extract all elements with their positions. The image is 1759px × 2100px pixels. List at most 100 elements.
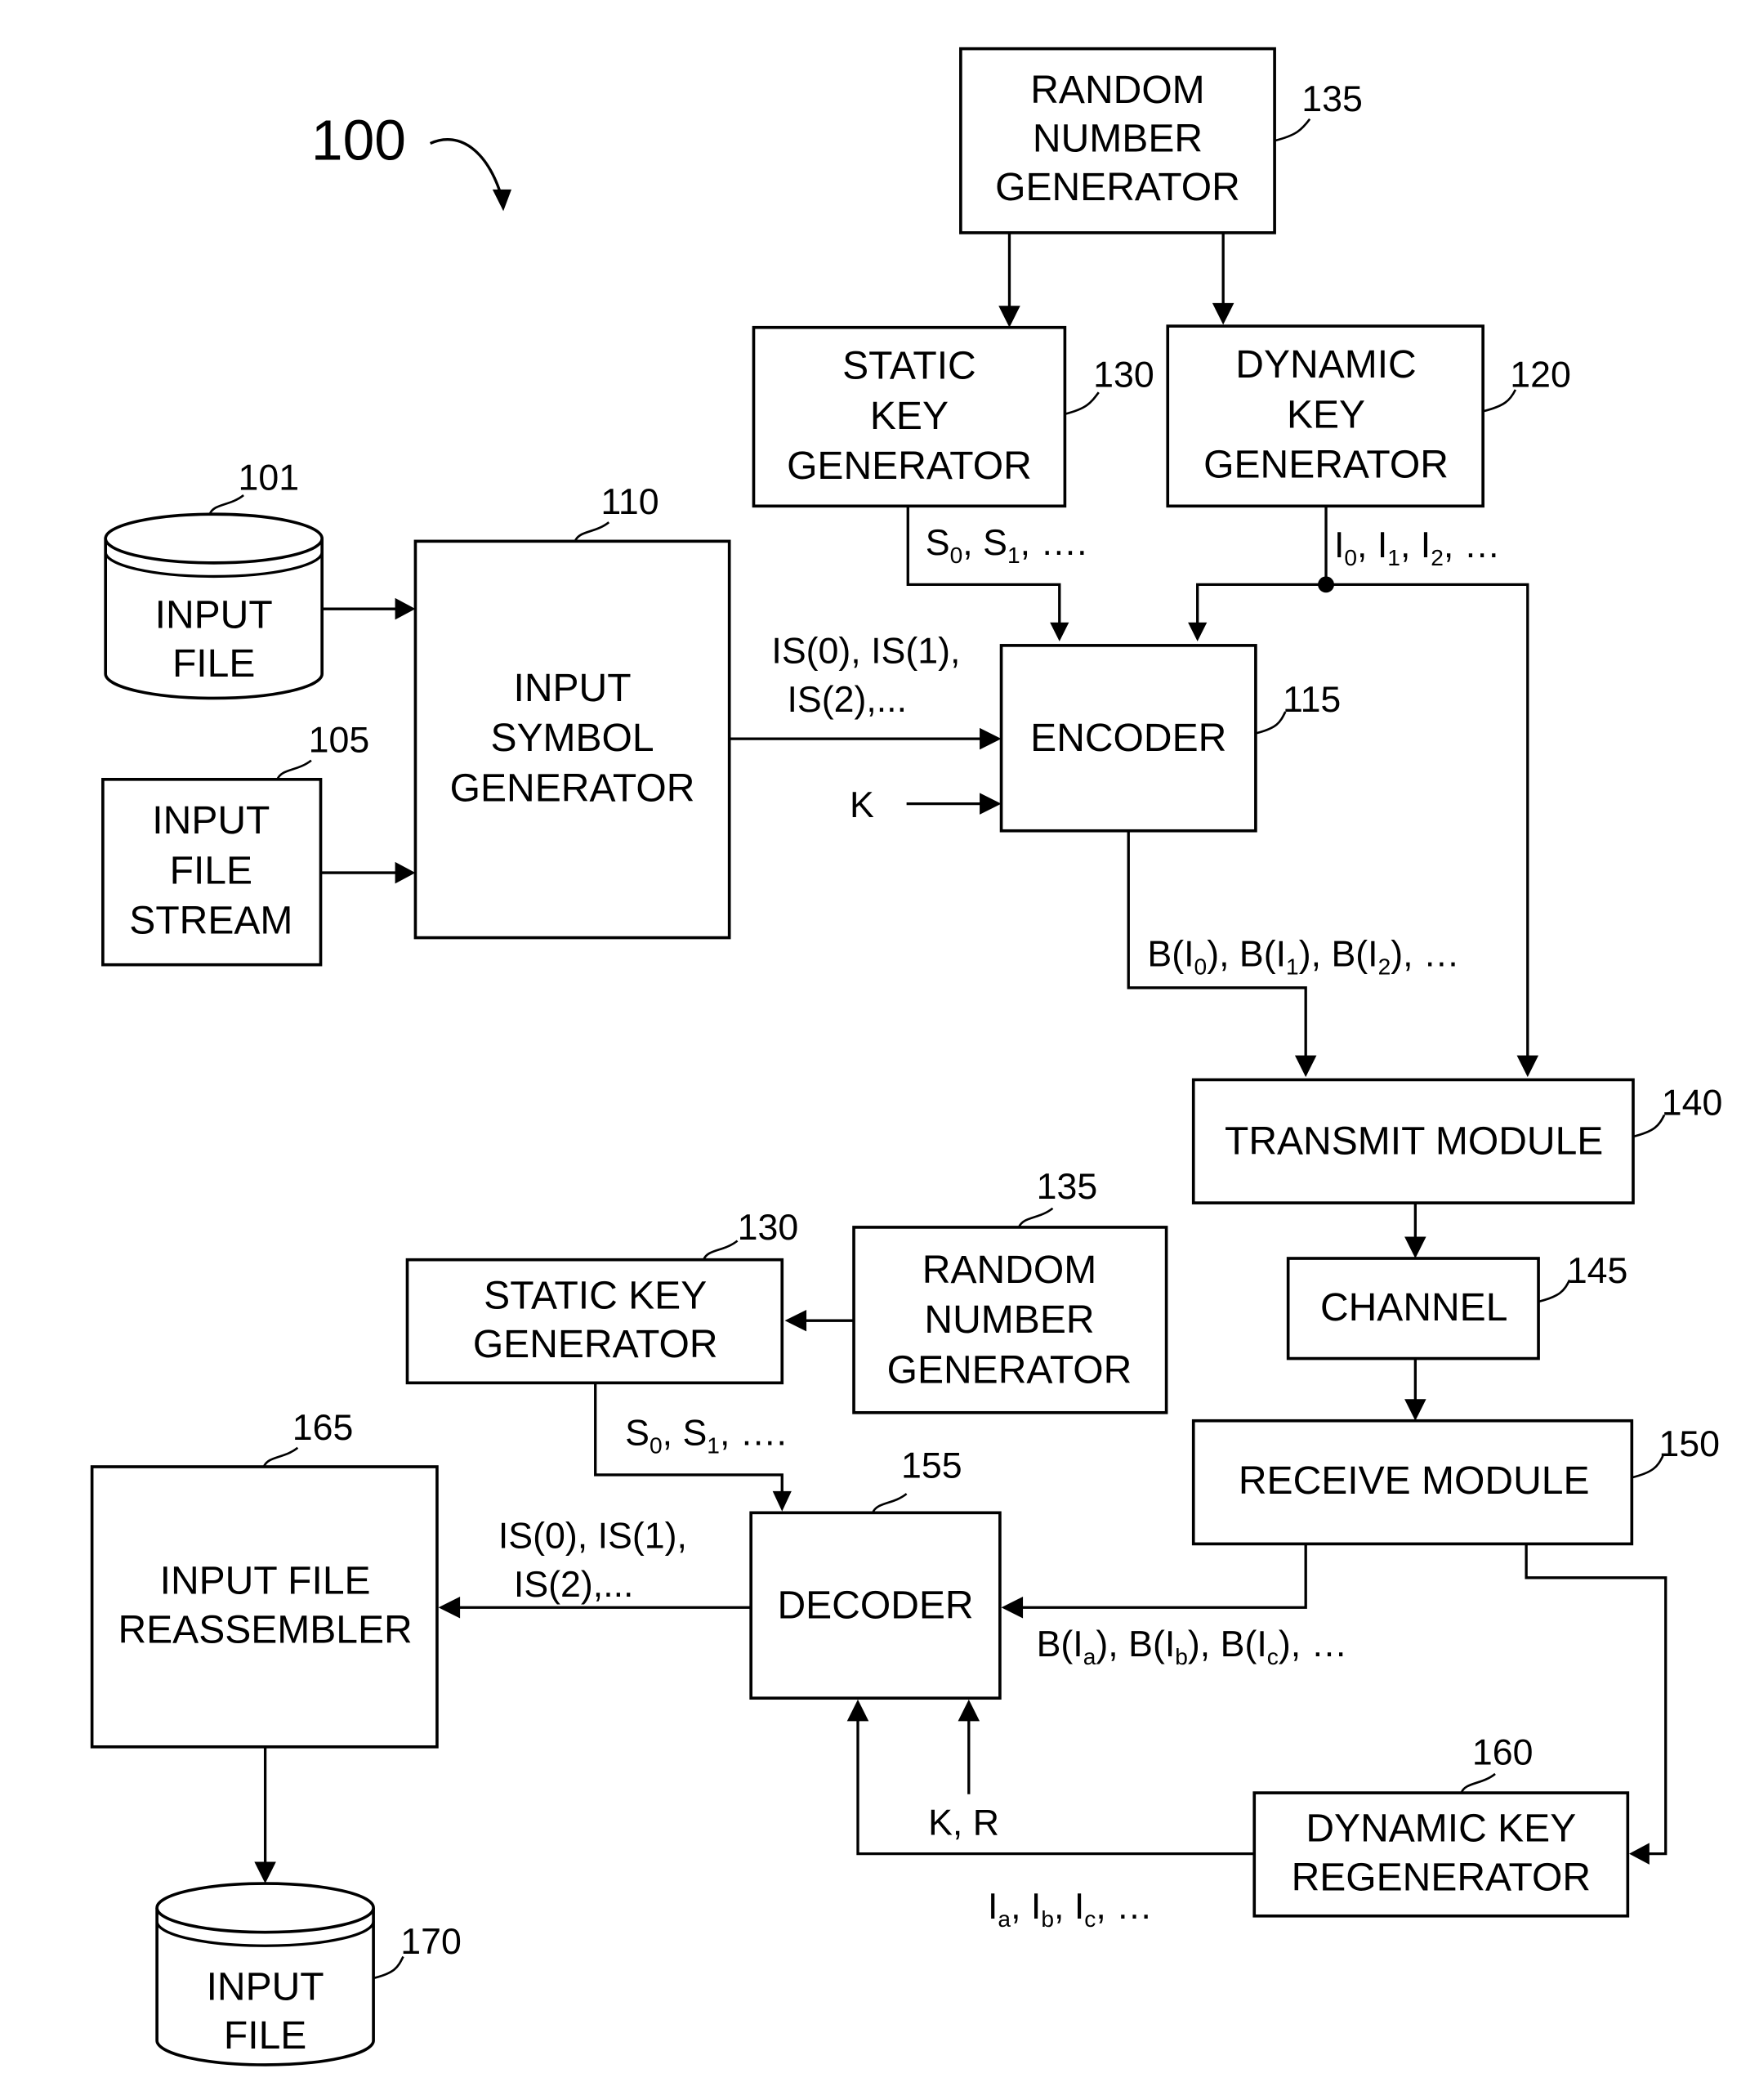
input-file-reassembler: INPUT FILE REASSEMBLER 165 bbox=[90, 1408, 439, 1749]
arrowhead-icon bbox=[980, 727, 1002, 750]
block-label: KEY bbox=[1287, 393, 1365, 436]
block-label: FILE bbox=[170, 849, 252, 892]
reference-number: 155 bbox=[901, 1445, 962, 1486]
reference-number: 140 bbox=[1662, 1083, 1723, 1123]
random-number-generator-bottom: RANDOM NUMBER GENERATOR 135 bbox=[852, 1167, 1168, 1414]
reference-number: 115 bbox=[1283, 680, 1341, 720]
input-symbols-signal-bottom: IS(2),... bbox=[514, 1565, 634, 1605]
block-label: INPUT FILE bbox=[160, 1560, 371, 1603]
reference-number: 150 bbox=[1659, 1424, 1720, 1464]
block-label: GENERATOR bbox=[1203, 444, 1449, 487]
arrowhead-icon bbox=[254, 1861, 276, 1884]
static-keys-signal-top: S0, S1, …. bbox=[926, 523, 1087, 568]
arrowhead-icon bbox=[772, 1490, 792, 1512]
k-signal-top: K bbox=[850, 785, 874, 825]
connector-line bbox=[856, 1718, 1255, 1856]
block-label: FILE bbox=[224, 2014, 306, 2058]
block-label: INPUT bbox=[207, 1965, 324, 2008]
block-label: CHANNEL bbox=[1320, 1286, 1507, 1329]
block-label: STATIC bbox=[842, 345, 976, 388]
reference-number: 165 bbox=[292, 1408, 354, 1448]
reference-number: 130 bbox=[1093, 355, 1154, 395]
block-label: RECEIVE MODULE bbox=[1239, 1459, 1590, 1503]
block-label: GENERATOR bbox=[787, 445, 1032, 488]
arrowhead-icon bbox=[958, 1699, 980, 1722]
encoding-system-diagram: 100 RANDOM NUMBER GENERATOR 135 STATIC K… bbox=[90, 47, 1723, 2066]
block-label: NUMBER bbox=[1033, 117, 1203, 160]
figure-number: 100 bbox=[311, 108, 406, 172]
connector-line bbox=[1326, 583, 1529, 1058]
arrowhead-icon bbox=[784, 1309, 807, 1332]
reference-number: 135 bbox=[1301, 79, 1363, 119]
figure-pointer-arrowhead bbox=[492, 189, 512, 212]
reference-number: 105 bbox=[309, 721, 370, 761]
input-symbols-signal-top: IS(2),... bbox=[787, 680, 907, 720]
reference-number: 135 bbox=[1037, 1167, 1098, 1207]
input-symbols-signal-bottom: IS(0), IS(1), bbox=[498, 1516, 687, 1556]
input-file-stream: INPUT FILE STREAM 105 bbox=[101, 721, 370, 967]
dynamic-key-generator-top: DYNAMIC KEY GENERATOR 120 bbox=[1166, 324, 1571, 508]
block-label: RANDOM bbox=[1030, 69, 1204, 112]
arrowhead-icon bbox=[438, 1596, 461, 1619]
arrowhead-icon bbox=[1294, 1055, 1317, 1078]
arrowhead-icon bbox=[1001, 1596, 1024, 1619]
arrowhead-icon bbox=[1404, 1399, 1426, 1421]
block-label: STATIC KEY bbox=[484, 1274, 707, 1317]
reference-number: 145 bbox=[1567, 1251, 1628, 1291]
arrowhead-icon bbox=[980, 793, 1002, 815]
output-symbols-signal-top: B(I0), B(I1), B(I2), … bbox=[1147, 934, 1459, 979]
block-label: INPUT bbox=[152, 799, 270, 842]
arrowhead-icon bbox=[1050, 622, 1069, 641]
static-keys-signal-bottom: S0, S1, …. bbox=[625, 1414, 787, 1459]
arrowhead-icon bbox=[998, 306, 1020, 328]
block-label: GENERATOR bbox=[887, 1348, 1132, 1392]
arrowhead-icon bbox=[395, 597, 416, 620]
block-label: GENERATOR bbox=[450, 766, 695, 810]
static-key-generator-top: STATIC KEY GENERATOR 130 bbox=[752, 325, 1154, 508]
block-label: GENERATOR bbox=[995, 166, 1240, 209]
arrowhead-icon bbox=[1404, 1236, 1426, 1259]
block-label: GENERATOR bbox=[473, 1323, 718, 1366]
received-symbols-signal: B(Ia), B(Ib), B(Ic), … bbox=[1037, 1624, 1348, 1669]
block-label: DECODER bbox=[777, 1584, 973, 1627]
k-r-signal: K, R bbox=[928, 1803, 999, 1843]
block-label: KEY bbox=[870, 395, 949, 438]
block-label: FILE bbox=[172, 642, 255, 686]
arrowhead-icon bbox=[846, 1699, 869, 1722]
block-label: DYNAMIC bbox=[1235, 343, 1416, 386]
reference-number: 120 bbox=[1510, 355, 1571, 395]
input-file-storage-top: INPUT FILE 101 bbox=[104, 458, 324, 700]
arrowhead-icon bbox=[1212, 302, 1234, 325]
receive-module: RECEIVE MODULE 150 bbox=[1191, 1419, 1720, 1546]
regenerated-keys-signal: Ia, Ib, Ic, … bbox=[988, 1887, 1153, 1932]
dynamic-keys-signal-top: I0, I1, I2, … bbox=[1334, 525, 1500, 570]
connector-line bbox=[1020, 1544, 1307, 1609]
decoder: DECODER 155 bbox=[749, 1445, 1002, 1700]
channel: CHANNEL 145 bbox=[1286, 1251, 1628, 1361]
block-label: REGENERATOR bbox=[1292, 1856, 1591, 1899]
reference-number: 110 bbox=[600, 482, 659, 522]
figure-pointer-arrow bbox=[429, 138, 505, 203]
random-number-generator-top: RANDOM NUMBER GENERATOR 135 bbox=[959, 47, 1363, 235]
reference-number: 130 bbox=[738, 1208, 799, 1248]
connector-line bbox=[1196, 583, 1327, 626]
arrowhead-icon bbox=[1516, 1055, 1539, 1078]
transmit-module: TRANSMIT MODULE 140 bbox=[1191, 1078, 1723, 1204]
block-label: TRANSMIT MODULE bbox=[1225, 1120, 1603, 1164]
block-label: DYNAMIC KEY bbox=[1306, 1807, 1576, 1851]
input-symbol-generator: INPUT SYMBOL GENERATOR 110 bbox=[413, 482, 731, 940]
reference-number: 160 bbox=[1472, 1732, 1534, 1772]
block-label: INPUT bbox=[514, 667, 632, 710]
block-label: INPUT bbox=[155, 593, 273, 637]
block-label: REASSEMBLER bbox=[118, 1608, 412, 1651]
arrowhead-icon bbox=[395, 861, 416, 884]
block-label: ENCODER bbox=[1030, 717, 1226, 760]
encoder: ENCODER 115 bbox=[999, 644, 1341, 833]
block-label: NUMBER bbox=[924, 1298, 1094, 1342]
reference-number: 101 bbox=[238, 458, 299, 498]
block-label: STREAM bbox=[129, 900, 292, 943]
input-symbols-signal-top: IS(0), IS(1), bbox=[771, 631, 960, 671]
dynamic-key-regenerator: DYNAMIC KEY REGENERATOR 160 bbox=[1252, 1732, 1630, 1918]
arrowhead-icon bbox=[1629, 1843, 1650, 1865]
reference-number: 170 bbox=[400, 1922, 462, 1962]
